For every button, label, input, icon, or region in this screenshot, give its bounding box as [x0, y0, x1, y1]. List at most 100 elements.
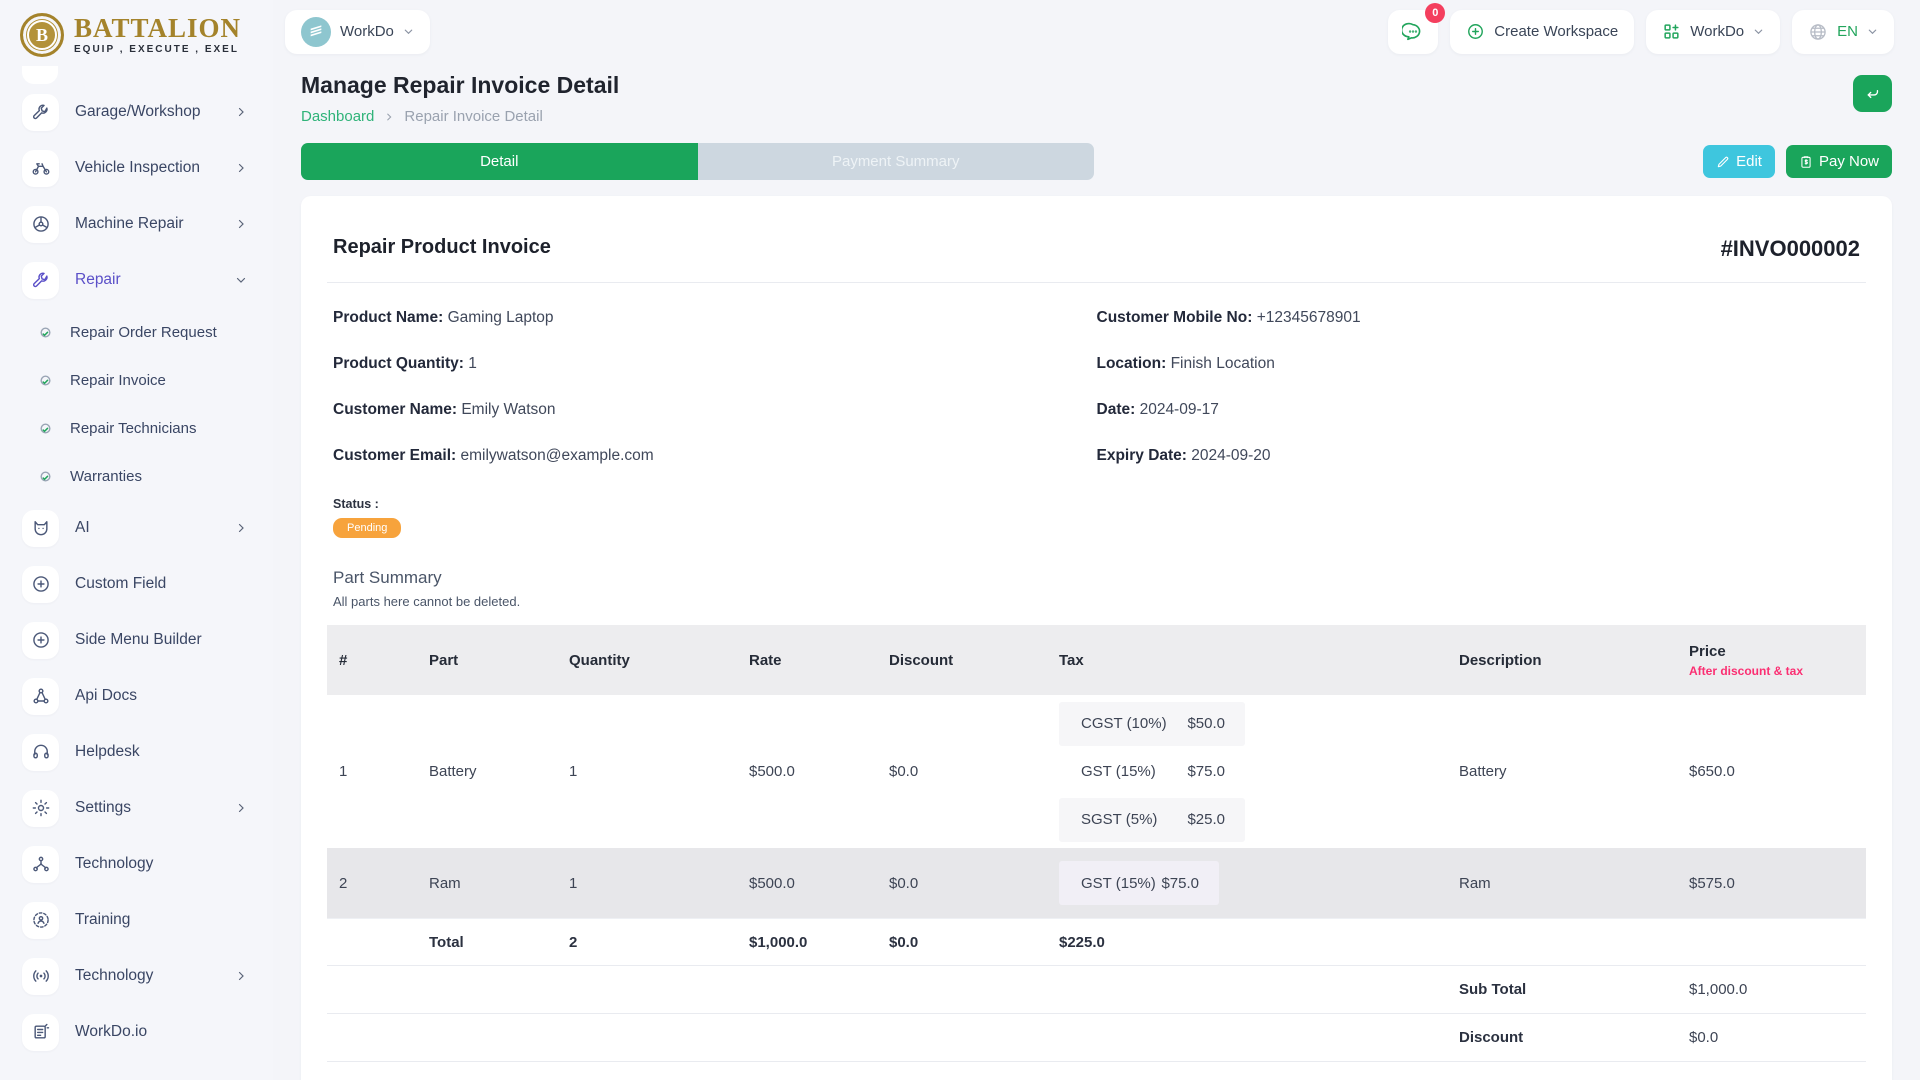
- machine-fan-icon: [22, 206, 59, 243]
- sidebar-item-repair[interactable]: Repair: [0, 252, 273, 308]
- status-label: Status :: [333, 497, 1860, 511]
- part-summary-note: All parts here cannot be deleted.: [327, 588, 1866, 621]
- col-number: #: [327, 652, 417, 669]
- cutoff-row: [327, 1061, 1866, 1080]
- col-quantity: Quantity: [557, 652, 737, 669]
- sidebar-item-settings[interactable]: Settings: [0, 780, 273, 836]
- tab-payment-summary[interactable]: Payment Summary: [698, 143, 1095, 180]
- ai-cat-icon: [22, 510, 59, 547]
- part-summary-title: Part Summary: [327, 538, 1866, 588]
- gear-icon: [22, 790, 59, 827]
- branch-icon: [22, 846, 59, 883]
- create-workspace-button[interactable]: Create Workspace: [1450, 10, 1634, 54]
- brand-logo[interactable]: B BATTALION EQUIP , EXECUTE , EXEL: [0, 0, 273, 66]
- workspace-menu-label: WorkDo: [1690, 23, 1744, 40]
- breadcrumb-current: Repair Invoice Detail: [404, 108, 542, 125]
- edit-button-label: Edit: [1736, 153, 1762, 170]
- chevron-right-icon: [235, 970, 247, 982]
- sidebar-item-garage-workshop[interactable]: Garage/Workshop: [0, 84, 273, 140]
- language-selector[interactable]: EN: [1792, 10, 1894, 54]
- parts-table: # Part Quantity Rate Discount Tax Descri…: [327, 625, 1866, 1080]
- sidebar-item-vehicle-inspection[interactable]: Vehicle Inspection: [0, 140, 273, 196]
- sidebar-item-label: AI: [75, 519, 235, 537]
- sidebar-item-label: Technology: [75, 967, 235, 985]
- workspace-selector[interactable]: WorkDo: [285, 10, 430, 54]
- return-arrow-icon: [1864, 85, 1881, 102]
- sidebar-item-helpdesk[interactable]: Helpdesk: [0, 724, 273, 780]
- col-tax: Tax: [1047, 652, 1447, 669]
- pay-now-button-label: Pay Now: [1819, 153, 1879, 170]
- sidebar-item-label: Repair Invoice: [70, 372, 273, 389]
- sidebar-item-custom-field[interactable]: Custom Field: [0, 556, 273, 612]
- sidebar-item-api-docs[interactable]: Api Docs: [0, 668, 273, 724]
- sidebar-item-ai[interactable]: AI: [0, 500, 273, 556]
- pencil-icon: [1716, 155, 1730, 169]
- col-rate: Rate: [737, 652, 877, 669]
- sidebar-item-label: Repair: [75, 271, 235, 289]
- sidebar-item-label: Technology: [75, 855, 273, 873]
- scan-user-icon: [22, 902, 59, 939]
- chevron-right-icon: [235, 162, 247, 174]
- plus-circle-icon: [1466, 22, 1485, 41]
- page-title: Manage Repair Invoice Detail: [301, 72, 619, 99]
- sidebar-item-label: Api Docs: [75, 687, 273, 705]
- grid-plus-icon: [1662, 22, 1681, 41]
- edit-button[interactable]: Edit: [1703, 145, 1775, 178]
- api-nodes-icon: [22, 678, 59, 715]
- brand-emblem-icon: B: [20, 13, 64, 57]
- language-label: EN: [1837, 23, 1858, 40]
- headset-icon: [22, 734, 59, 771]
- invoice-card: Repair Product Invoice #INVO000002 Produ…: [301, 196, 1892, 1080]
- sidebar-item-side-menu-builder[interactable]: Side Menu Builder: [0, 612, 273, 668]
- sidebar-item-repair-order-request[interactable]: Repair Order Request: [0, 308, 273, 356]
- price-subnote: After discount & tax: [1689, 664, 1866, 678]
- sidebar-item-repair-technicians[interactable]: Repair Technicians: [0, 404, 273, 452]
- sidebar-item-label: Helpdesk: [75, 743, 273, 761]
- sidebar-item-technology-2[interactable]: Technology: [0, 948, 273, 1004]
- sidebar-item-machine-repair[interactable]: Machine Repair: [0, 196, 273, 252]
- sidebar-item-label: Repair Technicians: [70, 420, 273, 437]
- sidebar-item-training[interactable]: Training: [0, 892, 273, 948]
- chevron-down-icon: [403, 26, 414, 37]
- field-expiry-date: Expiry Date: 2024-09-20: [1097, 447, 1861, 465]
- chevron-right-icon: [235, 218, 247, 230]
- workspace-name: WorkDo: [340, 23, 394, 40]
- discount-row: Discount $0.0: [327, 1013, 1866, 1061]
- breadcrumb: Dashboard Repair Invoice Detail: [301, 108, 619, 125]
- status-badge: Pending: [333, 518, 401, 538]
- field-customer-name: Customer Name: Emily Watson: [333, 401, 1097, 419]
- sidebar-item-workdo-io[interactable]: WorkDo.io: [0, 1004, 273, 1060]
- building-icon: [301, 17, 331, 47]
- breadcrumb-dashboard-link[interactable]: Dashboard: [301, 108, 374, 125]
- sidebar-item-label: Machine Repair: [75, 215, 235, 233]
- chevron-right-icon: [384, 112, 394, 122]
- invoice-number: #INVO000002: [1721, 236, 1860, 262]
- sidebar-nav: Garage/Workshop Vehicle Inspection Machi…: [0, 84, 273, 1060]
- chevron-down-icon: [1753, 26, 1764, 37]
- bullet-circle-icon: [38, 421, 53, 436]
- sidebar-item-label: WorkDo.io: [75, 1023, 273, 1041]
- field-location: Location: Finish Location: [1097, 355, 1861, 373]
- back-button[interactable]: [1853, 75, 1892, 112]
- col-description: Description: [1447, 652, 1677, 669]
- chevron-down-icon: [235, 274, 247, 286]
- messenger-badge: 0: [1425, 3, 1445, 23]
- col-discount: Discount: [877, 652, 1047, 669]
- table-header-row: # Part Quantity Rate Discount Tax Descri…: [327, 625, 1866, 695]
- create-workspace-label: Create Workspace: [1494, 23, 1618, 40]
- pay-now-button[interactable]: Pay Now: [1786, 145, 1892, 178]
- sidebar-item-technology[interactable]: Technology: [0, 836, 273, 892]
- sidebar-item-label: Vehicle Inspection: [75, 159, 235, 177]
- messenger-button[interactable]: 0: [1388, 10, 1438, 54]
- workspace-menu[interactable]: WorkDo: [1646, 10, 1780, 54]
- sidebar-item-warranties[interactable]: Warranties: [0, 452, 273, 500]
- plus-circle-icon: [22, 566, 59, 603]
- sidebar-item-repair-invoice[interactable]: Repair Invoice: [0, 356, 273, 404]
- invoice-fields: Product Name: Gaming Laptop Product Quan…: [327, 283, 1866, 471]
- motorcycle-icon: [22, 150, 59, 187]
- sidebar-item-label: Training: [75, 911, 273, 929]
- broadcast-icon: [22, 958, 59, 995]
- field-customer-mobile: Customer Mobile No: +12345678901: [1097, 309, 1861, 327]
- sidebar-item-label: Warranties: [70, 468, 273, 485]
- tab-detail[interactable]: Detail: [301, 143, 698, 180]
